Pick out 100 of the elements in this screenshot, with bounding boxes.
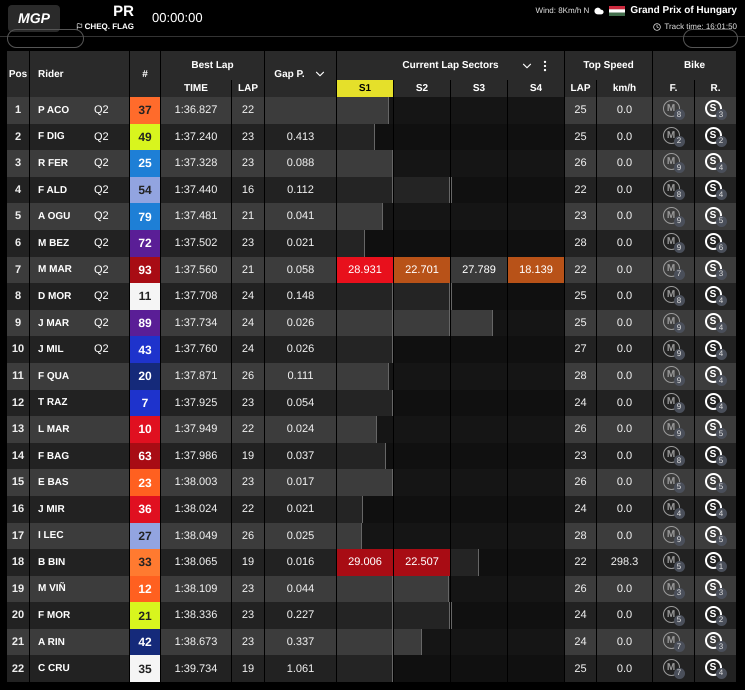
top-speed: 0.0 <box>597 256 652 284</box>
laps-badge: 4 <box>716 162 726 174</box>
laps-badge: 9 <box>674 534 684 546</box>
sector-time: 29.006 <box>337 549 393 576</box>
best-lap-number: 19 <box>232 655 264 682</box>
pill-button[interactable] <box>683 29 738 48</box>
rider-name: R FER <box>38 156 69 171</box>
wind-reading: Wind: 8Km/h N <box>536 4 590 16</box>
best-lap-number: 21 <box>232 203 264 230</box>
best-lap-time: 1:38.049 <box>161 522 231 550</box>
best-lap-number: 22 <box>232 496 264 522</box>
best-lap-time: 1:37.949 <box>161 416 231 443</box>
laps-badge: 4 <box>716 402 726 413</box>
pill-button[interactable] <box>7 29 84 48</box>
position-cell: 20 <box>7 602 29 629</box>
rider-number: 12 <box>130 576 160 602</box>
speed-lap: 24 <box>565 496 596 522</box>
best-lap-time: 1:38.109 <box>161 576 231 602</box>
best-lap-time: 1:37.986 <box>161 442 231 470</box>
column-header: LAP <box>232 80 264 97</box>
gap-cell: 0.024 <box>265 416 336 443</box>
sector-cell <box>394 150 450 177</box>
sector-cell <box>451 230 507 257</box>
laps-badge: 4 <box>716 375 726 386</box>
sector-tab[interactable]: S2 <box>394 80 450 97</box>
rider-number: 37 <box>130 97 160 124</box>
sector-tab[interactable]: S1 <box>337 80 393 97</box>
sector-tab[interactable]: S3 <box>451 80 507 97</box>
rider-number: 27 <box>130 522 160 550</box>
laps-badge: 9 <box>674 242 684 254</box>
event-title: Grand Prix of Hungary <box>630 4 737 18</box>
position-cell: 9 <box>7 310 29 336</box>
rider-name: F BAG <box>38 450 70 464</box>
session-tag: Q2 <box>94 102 109 119</box>
rider-name: L MAR <box>38 422 70 437</box>
position-cell: 3 <box>7 150 29 177</box>
rider-name: P ACO <box>38 104 70 118</box>
best-lap-time: 1:37.560 <box>161 256 231 284</box>
laps-badge: 6 <box>716 242 726 254</box>
rider-name: B BIN <box>38 556 66 570</box>
sector-time: 27.789 <box>451 256 507 284</box>
best-lap-number: 21 <box>232 256 264 284</box>
gap-cell: 0.041 <box>265 203 336 230</box>
top-speed: 0.0 <box>597 362 652 390</box>
session-clock: 00:00:00 <box>152 9 203 28</box>
position-cell: 10 <box>7 336 29 363</box>
sector-cell <box>508 97 564 124</box>
sector-cell <box>508 442 564 470</box>
top-speed: 0.0 <box>597 416 652 443</box>
sector-time: 28.931 <box>337 256 393 284</box>
rider-number: 33 <box>130 549 160 576</box>
sector-cell <box>508 336 564 363</box>
position-cell: 5 <box>7 203 29 230</box>
top-speed: 0.0 <box>597 496 652 522</box>
best-lap-time: 1:37.734 <box>161 310 231 336</box>
laps-badge: 5 <box>716 455 726 466</box>
gap-cell: 0.112 <box>265 176 336 204</box>
best-lap-number: 26 <box>232 522 264 550</box>
rider-name: F QUA <box>38 370 70 384</box>
speed-lap: 25 <box>565 97 596 124</box>
position-cell: 1 <box>7 97 29 124</box>
best-lap-time: 1:38.003 <box>161 469 231 496</box>
speed-lap: 26 <box>565 469 596 496</box>
best-lap-time: 1:37.328 <box>161 150 231 177</box>
gap-cell: 0.016 <box>265 549 336 576</box>
laps-badge: 8 <box>674 109 684 120</box>
laps-badge: 4 <box>716 189 726 200</box>
laps-badge: 9 <box>674 375 684 386</box>
position-cell: 6 <box>7 230 29 257</box>
session-tag: Q2 <box>94 128 109 146</box>
rider-name: M VIÑ <box>38 581 67 596</box>
gap-cell: 0.021 <box>265 496 336 522</box>
sector-cell <box>508 362 564 390</box>
laps-badge: 5 <box>716 534 726 546</box>
sector-cell <box>508 628 564 656</box>
laps-badge: 7 <box>674 268 684 280</box>
laps-badge: 7 <box>674 641 684 652</box>
laps-badge: 7 <box>674 668 684 679</box>
rider-number: 35 <box>130 655 160 682</box>
best-lap-number: 16 <box>232 176 264 204</box>
rider-number: 23 <box>130 469 160 496</box>
sector-tab[interactable]: S4 <box>508 80 564 97</box>
gap-sort-button[interactable]: Gap P. <box>265 51 336 97</box>
column-header: # <box>130 51 160 97</box>
best-lap-number: 22 <box>232 416 264 443</box>
speed-lap: 22 <box>565 176 596 204</box>
column-header: TIME <box>161 80 231 97</box>
laps-badge: 2 <box>674 136 684 147</box>
best-lap-time: 1:39.734 <box>161 655 231 682</box>
top-speed: 0.0 <box>597 390 652 416</box>
sector-cell <box>508 416 564 443</box>
best-lap-number: 22 <box>232 97 264 124</box>
gap-cell: 0.413 <box>265 124 336 150</box>
session-tag: Q2 <box>94 182 109 198</box>
gap-cell: 0.026 <box>265 336 336 363</box>
laps-badge: 9 <box>674 428 684 440</box>
position-cell: 21 <box>7 628 29 656</box>
best-lap-time: 1:37.708 <box>161 283 231 310</box>
gap-cell: 1.061 <box>265 655 336 682</box>
top-speed: 0.0 <box>597 97 652 124</box>
